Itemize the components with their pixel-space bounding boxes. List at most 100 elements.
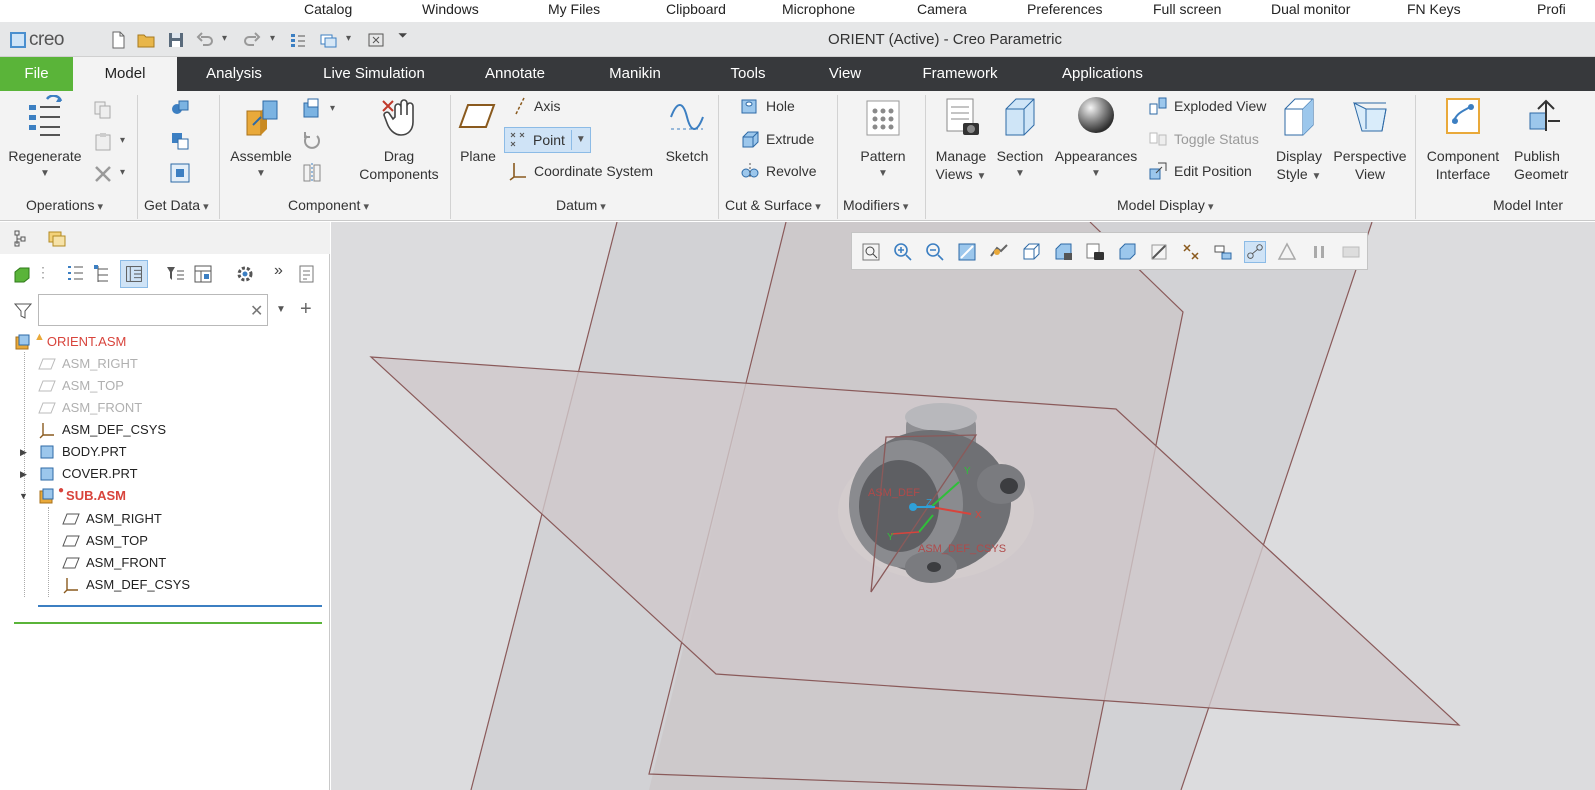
tree-item-root-assembly[interactable]: ▲ ORIENT.ASM [14, 331, 126, 353]
pause-icon[interactable] [1308, 241, 1330, 263]
section-button[interactable]: Section ▼ [994, 95, 1046, 183]
tree-search-input[interactable] [38, 294, 268, 326]
tab-file[interactable]: File [0, 57, 73, 91]
zoom-in-icon[interactable] [892, 241, 914, 263]
tree-item-csys[interactable]: ASM_DEF_CSYS [62, 574, 190, 596]
pattern-dropdown-icon[interactable]: ▼ [850, 165, 916, 183]
exploded-view-button[interactable]: Exploded View [1148, 96, 1266, 116]
tab-live-simulation[interactable]: Live Simulation [305, 57, 443, 91]
profile-menu[interactable]: Profi [1537, 0, 1566, 22]
sketch-button[interactable]: Sketch [662, 97, 712, 165]
tree-item-datum-plane[interactable]: ASM_TOP [62, 530, 148, 552]
assemble-dropdown-icon[interactable]: ▼ [226, 165, 296, 183]
preferences-menu[interactable]: Preferences [1027, 0, 1102, 22]
full-screen-menu[interactable]: Full screen [1153, 0, 1221, 22]
filter-funnel-icon[interactable] [12, 300, 34, 322]
point-dropdown-icon[interactable]: ▼ [570, 130, 586, 150]
publish-geometry-button[interactable]: Publish Geometr [1510, 95, 1595, 183]
repeat-icon[interactable] [300, 129, 324, 153]
component-interface-button[interactable]: Component Interface [1420, 95, 1506, 183]
datum-display-icon[interactable] [1180, 241, 1202, 263]
tree-item-part[interactable]: BODY.PRT [38, 441, 127, 463]
windows-menu[interactable]: Windows [422, 0, 479, 22]
datum-group-label[interactable]: Datum [556, 197, 606, 213]
hole-button[interactable]: Hole [740, 96, 795, 116]
manage-views-dropdown-icon[interactable]: ▼ [977, 171, 987, 182]
tree-item-part[interactable]: COVER.PRT [38, 463, 138, 485]
expand-arrow-icon[interactable]: ▶ [20, 447, 27, 458]
axis-button[interactable]: Axis [512, 96, 560, 116]
my-files-menu[interactable]: My Files [548, 0, 600, 22]
graphics-window[interactable]: ASM_DEF ASM_DEF_CSYS Y X Z Y [331, 222, 1595, 790]
saved-orientations-icon[interactable] [1020, 241, 1042, 263]
perspective-view-button[interactable]: Perspective View [1330, 95, 1410, 183]
tree-columns-icon[interactable] [92, 263, 114, 285]
dual-monitor-menu[interactable]: Dual monitor [1271, 0, 1350, 22]
coordinate-system-button[interactable]: Coordinate System [508, 161, 653, 181]
display-style-dropdown-icon[interactable]: ▼ [1312, 171, 1322, 182]
tab-model[interactable]: Model [73, 57, 177, 91]
drag-components-button[interactable]: Drag Components [356, 95, 442, 183]
repaint-icon[interactable] [956, 241, 978, 263]
display-style-toolbar-icon[interactable] [1116, 241, 1138, 263]
tab-manikin[interactable]: Manikin [590, 57, 680, 91]
extrude-button[interactable]: Extrude [740, 129, 814, 149]
revolve-button[interactable]: Revolve [740, 161, 817, 181]
paste-icon[interactable] [92, 131, 114, 153]
tab-annotate[interactable]: Annotate [470, 57, 560, 91]
toggle-status-button[interactable]: Toggle Status [1148, 129, 1259, 149]
insert-here-indicator[interactable] [38, 605, 322, 607]
component-group-label[interactable]: Component [288, 197, 369, 213]
tree-item-datum-plane[interactable]: ASM_FRONT [38, 397, 142, 419]
mirror-component-icon[interactable] [300, 161, 324, 185]
tree-item-datum-plane[interactable]: ASM_TOP [38, 375, 124, 397]
tree-settings-filter-icon[interactable] [164, 263, 186, 285]
model-display-off-icon[interactable] [1340, 241, 1362, 263]
collapse-arrow-icon[interactable]: ▼ [19, 491, 28, 501]
paste-dropdown-icon[interactable]: ▾ [120, 135, 125, 146]
more-chevron-icon[interactable]: » [274, 262, 283, 280]
delete-dropdown-icon[interactable]: ▾ [120, 167, 125, 178]
tree-item-datum-plane[interactable]: ASM_RIGHT [38, 353, 138, 375]
tab-tools[interactable]: Tools [703, 57, 793, 91]
model-intent-group-label[interactable]: Model Inter [1493, 197, 1563, 213]
subassembly-insert-indicator[interactable] [14, 622, 322, 624]
cut-surface-group-label[interactable]: Cut & Surface [725, 197, 821, 213]
appearances-dropdown-icon[interactable]: ▼ [1052, 165, 1140, 183]
simulation-display-icon[interactable] [1276, 241, 1298, 263]
expand-arrow-icon[interactable]: ▶ [20, 469, 27, 480]
appearances-button[interactable]: Appearances ▼ [1052, 95, 1140, 183]
fn-keys-menu[interactable]: FN Keys [1407, 0, 1461, 22]
model-tree-tab-icon[interactable] [12, 228, 32, 248]
shrinkwrap-icon[interactable] [168, 161, 192, 185]
tab-applications[interactable]: Applications [1045, 57, 1160, 91]
view-manager-icon[interactable] [1052, 241, 1074, 263]
show-icon[interactable] [12, 264, 32, 284]
tree-item-csys[interactable]: ASM_DEF_CSYS [38, 419, 166, 441]
delete-icon[interactable] [92, 163, 114, 185]
gear-icon[interactable] [234, 263, 256, 285]
tree-columns-settings-icon[interactable] [192, 263, 214, 285]
microphone-menu[interactable]: Microphone [782, 0, 855, 22]
folder-browser-tab-icon[interactable] [46, 227, 68, 249]
tree-item-subassembly[interactable]: ● SUB.ASM [38, 485, 126, 507]
annotation-display-icon[interactable] [1212, 241, 1234, 263]
add-filter-icon[interactable]: + [300, 298, 312, 321]
tree-notes-icon[interactable] [296, 263, 318, 285]
clipboard-menu[interactable]: Clipboard [666, 0, 726, 22]
user-defined-feature-icon[interactable] [168, 97, 192, 121]
pattern-button[interactable]: Pattern ▼ [850, 97, 916, 183]
search-options-dropdown-icon[interactable]: ▼ [276, 304, 286, 315]
operations-group-label[interactable]: Operations [26, 197, 103, 213]
display-style-button[interactable]: Display Style ▼ [1270, 95, 1328, 186]
tab-view[interactable]: View [800, 57, 890, 91]
section-toolbar-icon[interactable] [1148, 241, 1170, 263]
model-display-group-label[interactable]: Model Display [1117, 197, 1214, 213]
create-component-icon[interactable] [300, 97, 324, 121]
edit-position-button[interactable]: Edit Position [1148, 161, 1252, 181]
tree-view-toggle-icon[interactable] [120, 260, 148, 288]
copy-icon[interactable] [92, 99, 114, 121]
refit-icon[interactable] [860, 241, 882, 263]
appearance-camera-icon[interactable] [1084, 241, 1106, 263]
regenerate-button[interactable]: Regenerate ▼ [6, 95, 84, 183]
